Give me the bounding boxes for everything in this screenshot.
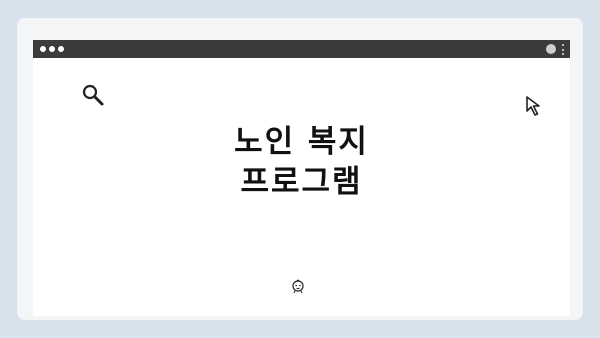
browser-window: 노인 복지 프로그램 — [33, 40, 570, 316]
page-headline: 노인 복지 프로그램 — [33, 122, 570, 202]
window-control-dot[interactable] — [49, 46, 55, 52]
search-icon — [82, 84, 104, 106]
headline-line-1: 노인 복지 — [234, 124, 369, 160]
page: 노인 복지 프로그램 — [0, 0, 600, 338]
more-menu-icon[interactable] — [562, 44, 565, 55]
window-titlebar — [33, 40, 570, 58]
window-controls — [40, 46, 64, 52]
window-control-dot[interactable] — [58, 46, 64, 52]
headline-line-2: 프로그램 — [240, 164, 363, 200]
window-control-dot[interactable] — [40, 46, 46, 52]
baby-icon — [292, 279, 304, 294]
profile-icon[interactable] — [546, 44, 556, 54]
cursor-icon — [526, 96, 540, 116]
